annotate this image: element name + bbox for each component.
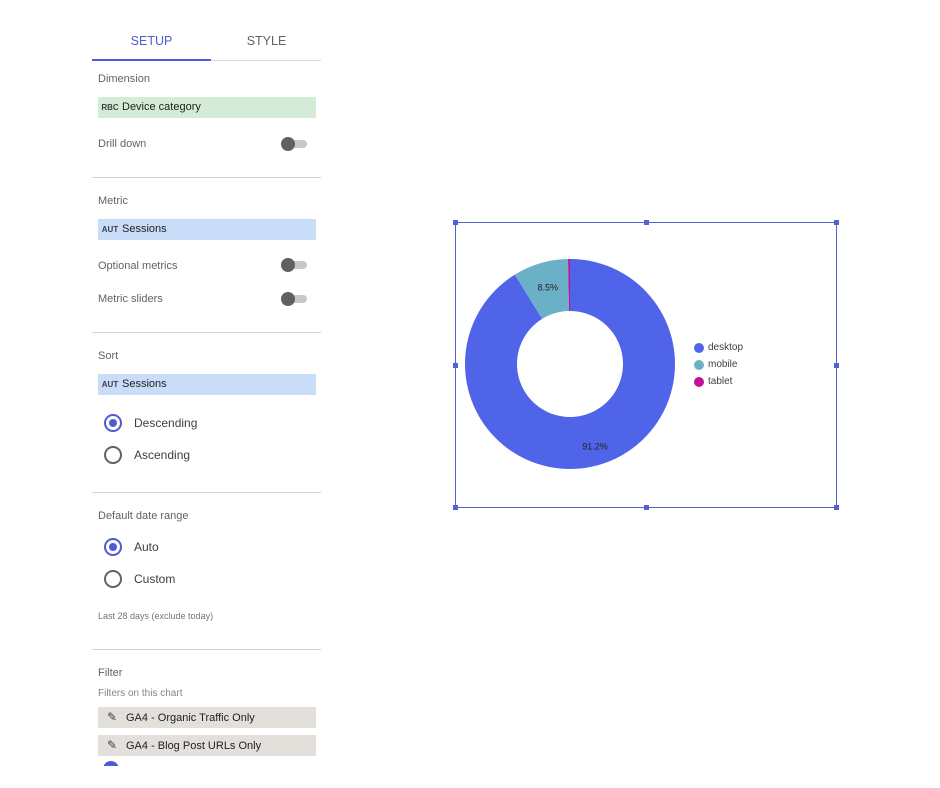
filter-subheading: Filters on this chart <box>98 688 183 699</box>
sort-heading: Sort <box>98 350 119 362</box>
tab-style[interactable]: STYLE <box>212 22 321 60</box>
section-divider <box>92 649 321 650</box>
filter-label: GA4 - Blog Post URLs Only <box>126 740 262 752</box>
panel-tabs: SETUP STYLE <box>92 22 321 61</box>
slice-label-mobile: 8.5% <box>537 283 558 293</box>
date-range-heading: Default date range <box>98 510 189 522</box>
resize-handle[interactable] <box>834 363 839 368</box>
filter-label: GA4 - Organic Traffic Only <box>126 712 255 724</box>
sort-field-chip[interactable]: AUT Sessions <box>98 374 316 395</box>
optional-metrics-toggle[interactable] <box>281 258 308 272</box>
legend-swatch <box>694 343 704 353</box>
descending-radio[interactable] <box>104 414 122 432</box>
drill-down-toggle[interactable] <box>281 137 308 151</box>
chart-legend: desktop mobile tablet <box>694 341 743 392</box>
legend-item-desktop[interactable]: desktop <box>694 341 743 358</box>
resize-handle[interactable] <box>834 220 839 225</box>
legend-label: desktop <box>708 342 744 353</box>
date-range-note: Last 28 days (exclude today) <box>98 611 214 621</box>
filter-chip[interactable]: ✎ GA4 - Organic Traffic Only <box>98 707 316 728</box>
ascending-radio[interactable] <box>104 446 122 464</box>
auto-label[interactable]: Auto <box>134 540 159 554</box>
sort-field-label: Sessions <box>122 378 167 390</box>
tab-setup[interactable]: SETUP <box>92 22 211 61</box>
ascending-label[interactable]: Ascending <box>134 448 190 462</box>
section-divider <box>92 332 321 333</box>
metric-heading: Metric <box>98 195 128 207</box>
descending-label[interactable]: Descending <box>134 416 197 430</box>
panel-clip <box>88 766 328 788</box>
legend-item-mobile[interactable]: mobile <box>694 358 743 375</box>
dimension-field-chip[interactable]: RBC Device category <box>98 97 316 118</box>
metric-sliders-label: Metric sliders <box>98 293 163 305</box>
auto-radio[interactable] <box>104 538 122 556</box>
metric-sliders-toggle[interactable] <box>281 292 308 306</box>
custom-radio[interactable] <box>104 570 122 588</box>
optional-metrics-label: Optional metrics <box>98 260 178 272</box>
legend-item-tablet[interactable]: tablet <box>694 375 743 392</box>
legend-label: tablet <box>708 376 733 387</box>
custom-label[interactable]: Custom <box>134 572 175 586</box>
dimension-heading: Dimension <box>98 73 150 85</box>
legend-swatch <box>694 377 704 387</box>
section-divider <box>92 492 321 493</box>
donut-chart[interactable]: 91.2% 8.5% <box>455 222 695 508</box>
edit-icon[interactable]: ✎ <box>98 707 126 728</box>
metric-field-label: Sessions <box>122 223 167 235</box>
aggregation-type-icon: AUT <box>101 380 119 389</box>
filter-heading: Filter <box>98 667 123 679</box>
legend-label: mobile <box>708 359 738 370</box>
metric-field-chip[interactable]: AUT Sessions <box>98 219 316 240</box>
legend-swatch <box>694 360 704 370</box>
drill-down-label: Drill down <box>98 138 147 150</box>
edit-icon[interactable]: ✎ <box>98 735 126 756</box>
text-type-icon: RBC <box>101 103 119 112</box>
slice-label-desktop: 91.2% <box>582 441 608 451</box>
dimension-field-label: Device category <box>122 101 201 113</box>
resize-handle[interactable] <box>834 505 839 510</box>
filter-chip[interactable]: ✎ GA4 - Blog Post URLs Only <box>98 735 316 756</box>
aggregation-type-icon: AUT <box>101 225 119 234</box>
section-divider <box>92 177 321 178</box>
